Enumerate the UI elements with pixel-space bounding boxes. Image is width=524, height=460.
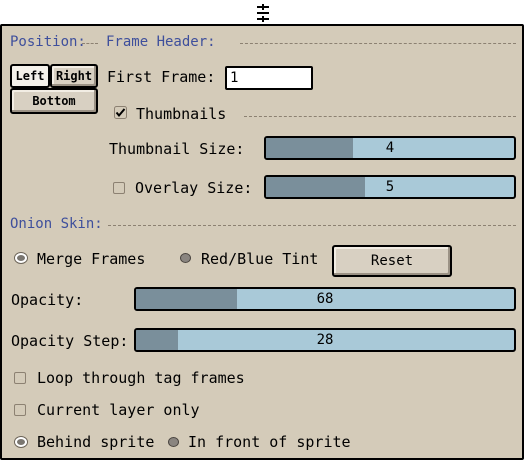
- timeline-config-panel: Position: Left Right Bottom Frame Header…: [0, 24, 524, 460]
- divider: [240, 43, 516, 44]
- thumbnails-label: Thumbnails: [136, 105, 227, 123]
- merge-frames-radio[interactable]: [14, 252, 28, 264]
- position-section-label: Position:: [10, 34, 86, 50]
- overlay-size-checkbox[interactable]: [113, 182, 125, 194]
- frame-header-section-label: Frame Header:: [106, 34, 216, 50]
- in-front-of-sprite-label: In front of sprite: [188, 433, 351, 451]
- position-bottom-button[interactable]: Bottom: [10, 88, 98, 114]
- first-frame-label: First Frame:: [107, 68, 216, 86]
- thumbnail-size-label: Thumbnail Size:: [109, 140, 245, 158]
- drag-grip-icon[interactable]: [253, 2, 273, 24]
- current-layer-only-label: Current layer only: [37, 401, 200, 419]
- merge-frames-label: Merge Frames: [37, 250, 146, 268]
- current-layer-only-checkbox[interactable]: [14, 404, 26, 416]
- first-frame-input[interactable]: 1: [225, 66, 313, 90]
- opacity-slider[interactable]: 68: [134, 287, 516, 311]
- slider-value: 68: [316, 291, 334, 307]
- opacity-step-slider[interactable]: 28: [134, 328, 516, 352]
- slider-value: 4: [385, 140, 395, 156]
- position-left-button[interactable]: Left: [10, 64, 50, 88]
- overlay-size-slider[interactable]: 5: [264, 175, 516, 199]
- loop-tag-frames-label: Loop through tag frames: [37, 369, 245, 387]
- thumbnail-size-slider[interactable]: 4: [264, 136, 516, 160]
- divider: [108, 225, 516, 226]
- opacity-step-label: Opacity Step:: [11, 332, 129, 350]
- in-front-of-sprite-radio[interactable]: [168, 437, 179, 447]
- overlay-size-label: Overlay Size:: [135, 179, 253, 197]
- opacity-label: Opacity:: [11, 291, 84, 309]
- behind-sprite-label: Behind sprite: [37, 433, 155, 451]
- reset-button[interactable]: Reset: [332, 245, 452, 277]
- divider: [244, 116, 516, 117]
- behind-sprite-radio[interactable]: [14, 436, 28, 448]
- divider: [82, 43, 98, 44]
- position-right-button[interactable]: Right: [50, 64, 98, 88]
- thumbnails-checkbox[interactable]: [114, 106, 127, 119]
- slider-value: 28: [316, 332, 334, 348]
- onion-skin-section-label: Onion Skin:: [10, 216, 103, 232]
- loop-tag-frames-checkbox[interactable]: [14, 372, 26, 384]
- slider-value: 5: [385, 179, 395, 195]
- red-blue-tint-label: Red/Blue Tint: [201, 250, 319, 268]
- red-blue-tint-radio[interactable]: [180, 253, 191, 263]
